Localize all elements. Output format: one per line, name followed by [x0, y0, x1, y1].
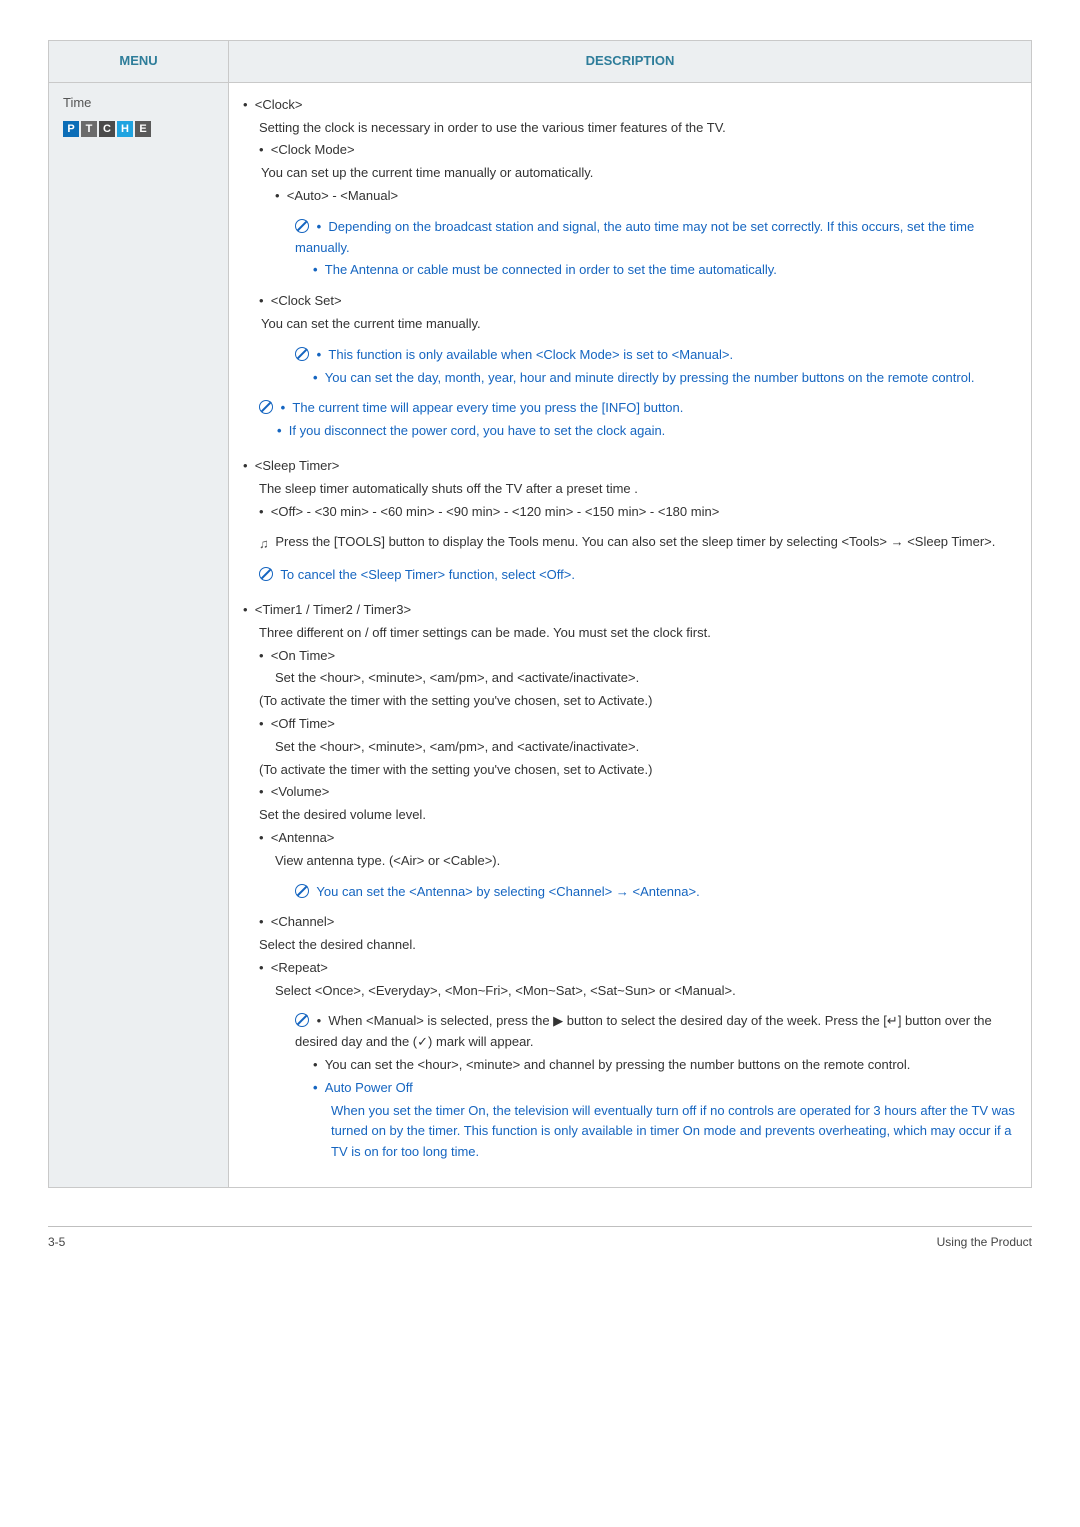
footer-left: 3-5: [48, 1233, 65, 1252]
description-cell: • <Clock> Setting the clock is necessary…: [229, 82, 1032, 1187]
volume-desc: Set the desired volume level.: [243, 805, 1017, 826]
timer-section: • <Timer1 / Timer2 / Timer3> Three diffe…: [243, 600, 1017, 1163]
table-row: Time PTCHE • <Clock> Setting the clock i…: [49, 82, 1032, 1187]
repeat-note2: You can set the <hour>, <minute> and cha…: [325, 1057, 911, 1072]
badge-t: T: [81, 121, 97, 137]
enter-icon: ↵: [887, 1013, 898, 1028]
note-icon: [295, 884, 309, 898]
offtime-l2: (To activate the timer with the setting …: [243, 760, 1017, 781]
menu-cell: Time PTCHE: [49, 82, 229, 1187]
clock-title: <Clock>: [255, 97, 303, 112]
note-icon: [259, 567, 273, 581]
ontime-l2: (To activate the timer with the setting …: [243, 691, 1017, 712]
badge-c: C: [99, 121, 115, 137]
timer-title: <Timer1 / Timer2 / Timer3>: [255, 602, 411, 617]
header-menu: MENU: [49, 41, 229, 83]
note-icon: [295, 1013, 309, 1027]
antenna-desc: View antenna type. (<Air> or <Cable>).: [243, 851, 1017, 872]
badge-row: PTCHE: [63, 118, 214, 139]
note-icon: [295, 219, 309, 233]
repeat-title: <Repeat>: [271, 960, 328, 975]
ontime-title: <On Time>: [271, 648, 335, 663]
clock-info1: The current time will appear every time …: [292, 400, 683, 415]
clock-mode-note2: The Antenna or cable must be connected i…: [325, 262, 777, 277]
channel-desc: Select the desired channel.: [243, 935, 1017, 956]
clock-intro: Setting the clock is necessary in order …: [243, 118, 1017, 139]
footer-right: Using the Product: [937, 1233, 1032, 1252]
clock-info2: If you disconnect the power cord, you ha…: [289, 423, 666, 438]
sleep-title: <Sleep Timer>: [255, 458, 340, 473]
repeat-note1a: When <Manual> is selected, press the ▶ b…: [328, 1013, 886, 1028]
sleep-section: • <Sleep Timer> The sleep timer automati…: [243, 456, 1017, 586]
badge-p: P: [63, 121, 79, 137]
apo-desc: When you set the timer On, the televisio…: [243, 1101, 1017, 1163]
clock-mode-title: <Clock Mode>: [271, 142, 355, 157]
ontime-l1: Set the <hour>, <minute>, <am/pm>, and <…: [243, 668, 1017, 689]
offtime-title: <Off Time>: [271, 716, 335, 731]
sleep-tools: Press the [TOOLS] button to display the …: [275, 534, 995, 549]
badge-e: E: [135, 121, 151, 137]
badge-h: H: [117, 121, 133, 137]
antenna-title: <Antenna>: [271, 830, 335, 845]
volume-title: <Volume>: [271, 784, 330, 799]
note-icon: [295, 347, 309, 361]
timer-intro: Three different on / off timer settings …: [243, 623, 1017, 644]
offtime-l1: Set the <hour>, <minute>, <am/pm>, and <…: [243, 737, 1017, 758]
channel-title: <Channel>: [271, 914, 335, 929]
menu-title: Time: [63, 93, 214, 114]
repeat-desc: Select <Once>, <Everyday>, <Mon~Fri>, <M…: [243, 981, 1017, 1002]
clock-set-title: <Clock Set>: [271, 293, 342, 308]
clock-mode-note1: Depending on the broadcast station and s…: [295, 219, 974, 255]
clock-set-note1: This function is only available when <Cl…: [328, 347, 733, 362]
tools-icon: ♫: [259, 534, 269, 555]
clock-mode-desc: You can set up the current time manually…: [243, 163, 1017, 184]
clock-mode-options: <Auto> - <Manual>: [287, 188, 398, 203]
antenna-note: You can set the <Antenna> by selecting <…: [316, 884, 699, 899]
header-description: DESCRIPTION: [229, 41, 1032, 83]
sleep-options: <Off> - <30 min> - <60 min> - <90 min> -…: [271, 504, 720, 519]
sleep-desc: The sleep timer automatically shuts off …: [243, 479, 1017, 500]
check-icon: ✓: [417, 1034, 428, 1049]
clock-section: • <Clock> Setting the clock is necessary…: [243, 95, 1017, 442]
description-table: MENU DESCRIPTION Time PTCHE • <Clock> Se…: [48, 40, 1032, 1188]
clock-set-note2: You can set the day, month, year, hour a…: [325, 370, 975, 385]
sleep-cancel: To cancel the <Sleep Timer> function, se…: [280, 567, 575, 582]
note-icon: [259, 400, 273, 414]
repeat-note1c: ) mark will appear.: [428, 1034, 533, 1049]
apo-title: Auto Power Off: [325, 1080, 413, 1095]
page-footer: 3-5 Using the Product: [48, 1226, 1032, 1252]
clock-set-desc: You can set the current time manually.: [243, 314, 1017, 335]
